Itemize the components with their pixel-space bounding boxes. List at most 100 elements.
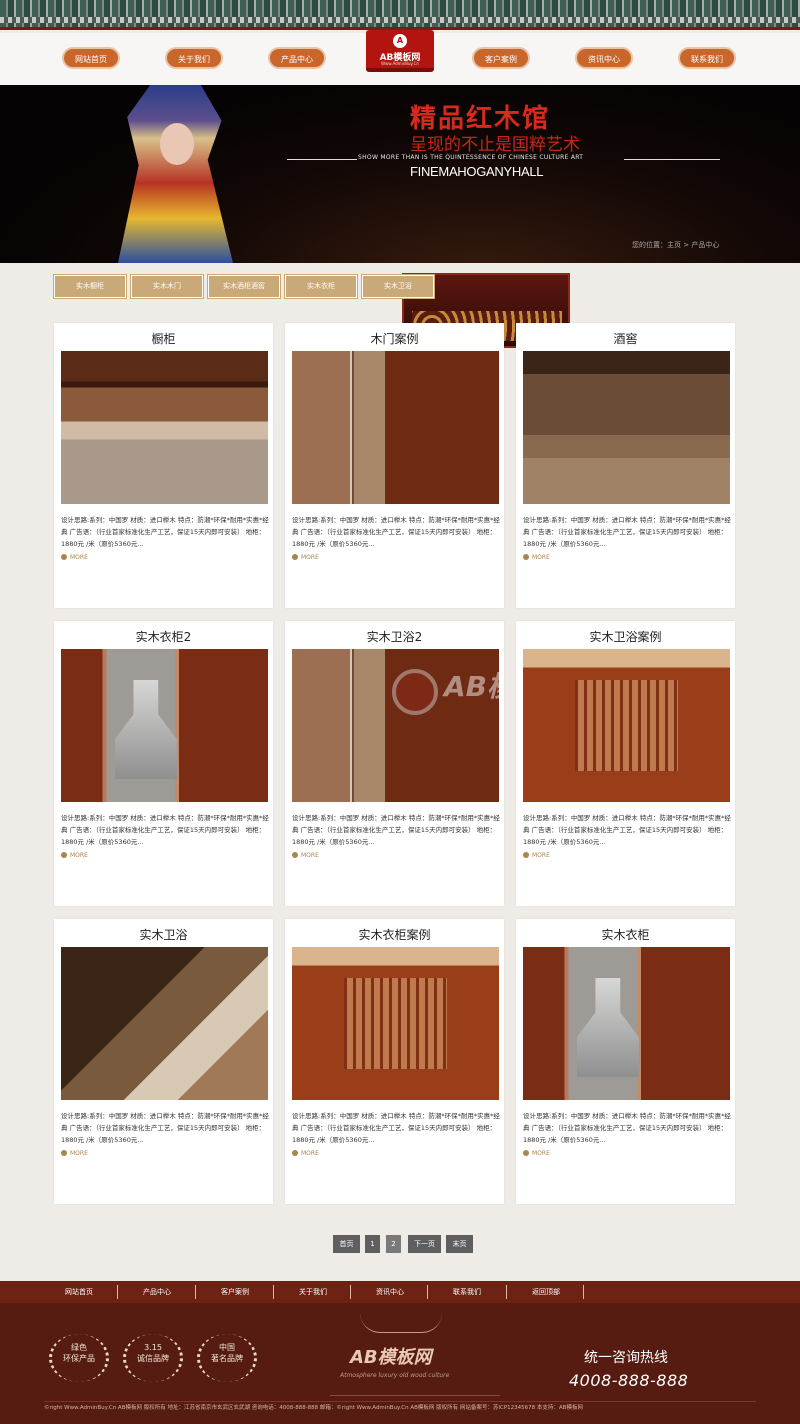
nav-products[interactable]: 产品中心 — [268, 47, 326, 69]
category-bar: 实木橱柜 实木木门 实木酒柜酒窖 实木衣柜 实木卫浴 — [0, 263, 800, 308]
nav-contact[interactable]: 联系我们 — [678, 47, 736, 69]
product-title[interactable]: 酒窖 — [516, 330, 735, 347]
footer-divider — [330, 1395, 500, 1396]
product-description: 设计思路:系列：中国罗 材质：进口榉木 特点：防潮*环保*耐用*实惠*经典 广告… — [61, 516, 269, 548]
product-card[interactable]: 橱柜设计思路:系列：中国罗 材质：进口榉木 特点：防潮*环保*耐用*实惠*经典 … — [54, 323, 273, 608]
product-title[interactable]: 实木衣柜案例 — [285, 926, 504, 943]
category-bath[interactable]: 实木卫浴 — [362, 275, 434, 298]
nav-news[interactable]: 资讯中心 — [575, 47, 633, 69]
product-title[interactable]: 实木衣柜 — [516, 926, 735, 943]
opera-figure-image — [118, 85, 233, 263]
footer-slogan: Atmosphere luxury old wood culture — [340, 1372, 450, 1379]
product-image[interactable] — [61, 649, 268, 802]
product-image[interactable] — [292, 947, 499, 1100]
hero-banner — [0, 85, 800, 348]
hotline-label: 统一咨询热线 — [584, 1350, 668, 1366]
more-link[interactable]: MORE — [61, 852, 88, 859]
product-card[interactable]: 实木卫浴设计思路:系列：中国罗 材质：进口榉木 特点：防潮*环保*耐用*实惠*经… — [54, 919, 273, 1204]
product-card[interactable]: 实木衣柜设计思路:系列：中国罗 材质：进口榉木 特点：防潮*环保*耐用*实惠*经… — [516, 919, 735, 1204]
footer-nav-top[interactable]: 返回顶部 — [507, 1281, 585, 1303]
logo-subtext: Www.AdminBuy.Cn — [381, 61, 419, 66]
site-logo[interactable]: A AB模板网 Www.AdminBuy.Cn — [366, 30, 434, 72]
nav-about[interactable]: 关于我们 — [165, 47, 223, 69]
watermark-text: AB模板网 — [444, 670, 499, 703]
product-title[interactable]: 实木卫浴案例 — [516, 628, 735, 645]
opera-face-image — [160, 123, 194, 165]
range-hood-image — [114, 679, 177, 780]
nav-cases[interactable]: 客户案例 — [472, 47, 530, 69]
product-description: 设计思路:系列：中国罗 材质：进口榉木 特点：防潮*环保*耐用*实惠*经典 广告… — [523, 516, 731, 548]
product-card[interactable]: 酒窖设计思路:系列：中国罗 材质：进口榉木 特点：防潮*环保*耐用*实惠*经典 … — [516, 323, 735, 608]
footer-logo: AB模板网 — [350, 1347, 432, 1368]
product-card[interactable]: 木门案例设计思路:系列：中国罗 材质：进口榉木 特点：防潮*环保*耐用*实惠*经… — [285, 323, 504, 608]
category-wine[interactable]: 实木酒柜酒窖 — [208, 275, 280, 298]
badge-eco-line2: 环保产品 — [63, 1354, 95, 1363]
footer-nav-about[interactable]: 关于我们 — [274, 1281, 352, 1303]
product-image[interactable] — [292, 351, 499, 504]
banner-subtitle: 呈现的不止是国粹艺术 — [410, 135, 580, 155]
more-link[interactable]: MORE — [523, 1150, 550, 1157]
copyright-divider — [44, 1401, 756, 1402]
product-description: 设计思路:系列：中国罗 材质：进口榉木 特点：防潮*环保*耐用*实惠*经典 广告… — [523, 814, 731, 846]
banner-english-name: FINEMAHOGANYHALL — [410, 164, 544, 179]
page-1[interactable]: 1 — [365, 1235, 380, 1253]
badge-famous-line1: 中国 — [219, 1343, 235, 1352]
page-2[interactable]: 2 — [386, 1235, 401, 1253]
more-link[interactable]: MORE — [61, 1150, 88, 1157]
more-link[interactable]: MORE — [61, 554, 88, 561]
product-image[interactable] — [61, 351, 268, 504]
range-hood-image — [576, 977, 639, 1078]
product-card[interactable]: 实木衣柜案例 设计思路:系列：中国罗 材质：进口榉木 特点：防潮*环保*耐用*实惠… — [285, 919, 504, 1204]
nav-home[interactable]: 网站首页 — [62, 47, 120, 69]
footer-nav-products[interactable]: 产品中心 — [118, 1281, 196, 1303]
product-title[interactable]: 橱柜 — [54, 330, 273, 347]
more-link[interactable]: MORE — [292, 554, 319, 561]
product-image[interactable]: AB模板网 — [292, 649, 499, 802]
logo-mark-icon: A — [393, 34, 407, 48]
hotline-number: 4008-888-888 — [569, 1371, 689, 1390]
watermark-logo-icon — [392, 669, 438, 715]
footer-nav-contact[interactable]: 联系我们 — [428, 1281, 506, 1303]
product-card[interactable]: 实木卫浴案例设计思路:系列：中国罗 材质：进口榉木 特点：防潮*环保*耐用*实惠… — [516, 621, 735, 906]
site-footer: 绿色 环保产品 3.15 诚信品牌 中国 著名品牌 AB模板网 Atmosphere … — [0, 1303, 800, 1424]
page-last[interactable]: 末页 — [446, 1235, 473, 1253]
watermark: AB模板网 — [392, 663, 499, 721]
product-title[interactable]: 实木卫浴2 — [285, 628, 504, 645]
product-image[interactable] — [523, 649, 730, 802]
more-link[interactable]: MORE — [523, 554, 550, 561]
more-link[interactable]: MORE — [292, 1150, 319, 1157]
product-image[interactable] — [523, 947, 730, 1100]
product-card[interactable]: 实木卫浴2 AB模板网设计思路:系列：中国罗 材质：进口榉木 特点：防潮*环保*耐… — [285, 621, 504, 906]
product-card[interactable]: 实木衣柜2 设计思路:系列：中国罗 材质：进口榉木 特点：防潮*环保*耐用*实惠*… — [54, 621, 273, 906]
product-description: 设计思路:系列：中国罗 材质：进口榉木 特点：防潮*环保*耐用*实惠*经典 广告… — [292, 516, 500, 548]
badge-eco: 绿色 环保产品 — [48, 1333, 109, 1382]
product-title[interactable]: 实木衣柜2 — [54, 628, 273, 645]
breadcrumb[interactable]: 您的位置：主页 > 产品中心 — [632, 240, 719, 250]
product-title[interactable]: 实木卫浴 — [54, 926, 273, 943]
badge-315-line1: 3.15 — [144, 1343, 162, 1352]
product-image[interactable] — [61, 947, 268, 1100]
product-description: 设计思路:系列：中国罗 材质：进口榉木 特点：防潮*环保*耐用*实惠*经典 广告… — [61, 1112, 269, 1144]
banner-english-line: SHOW MORE THAN IS THE QUINTESSENCE OF CH… — [358, 154, 584, 161]
category-wardrobe[interactable]: 实木衣柜 — [285, 275, 357, 298]
footer-nav-cases[interactable]: 客户案例 — [196, 1281, 274, 1303]
wine-rack-image — [574, 679, 679, 772]
footer-ornament-icon — [360, 1313, 442, 1333]
banner-divider-right — [624, 159, 720, 160]
category-kitchen[interactable]: 实木橱柜 — [54, 275, 126, 298]
footer-nav-home[interactable]: 网站首页 — [40, 1281, 118, 1303]
product-title[interactable]: 木门案例 — [285, 330, 504, 347]
product-image[interactable] — [523, 351, 730, 504]
more-link[interactable]: MORE — [523, 852, 550, 859]
footer-nav-news[interactable]: 资讯中心 — [351, 1281, 429, 1303]
badge-eco-line1: 绿色 — [71, 1343, 87, 1352]
badge-315-line2: 诚信品牌 — [137, 1354, 169, 1363]
product-description: 设计思路:系列：中国罗 材质：进口榉木 特点：防潮*环保*耐用*实惠*经典 广告… — [61, 814, 269, 846]
category-doors[interactable]: 实木木门 — [131, 275, 203, 298]
page-next[interactable]: 下一页 — [408, 1235, 441, 1253]
more-link[interactable]: MORE — [292, 852, 319, 859]
product-description: 设计思路:系列：中国罗 材质：进口榉木 特点：防潮*环保*耐用*实惠*经典 广告… — [523, 1112, 731, 1144]
copyright-text: ©right Www.AdminBuy.Cn AB模板网 版权所有 地址：江苏省… — [44, 1405, 583, 1411]
decorative-top-border — [0, 0, 800, 30]
page-first[interactable]: 首页 — [333, 1235, 360, 1253]
